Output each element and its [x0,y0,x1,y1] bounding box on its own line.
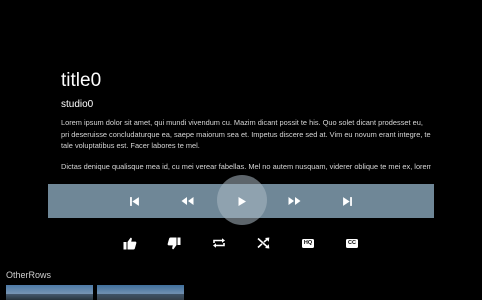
thumbs-down-button[interactable] [164,232,184,254]
repeat-icon [213,238,225,248]
details-panel: title0 studio0 Lorem ipsum dolor sit ame… [61,70,431,172]
media-description: Lorem ipsum dolor sit amet, qui mundi vi… [61,118,431,150]
shuffle-button[interactable] [253,232,273,254]
card-thumbnail-shade [6,294,93,300]
shuffle-icon [256,237,269,249]
secondary-controls: HQ CC [0,232,482,254]
thumbs-up-button[interactable] [120,232,140,254]
skip-next-icon [342,196,352,206]
rewind-button[interactable] [172,184,202,218]
media-title: title0 [61,70,102,91]
other-rows-header: OtherRows [6,270,52,280]
fast-forward-button[interactable] [279,184,309,218]
row-card[interactable] [6,285,93,300]
fast-forward-icon [288,197,300,205]
skip-previous-button[interactable] [119,184,149,218]
play-button[interactable] [227,184,257,218]
thumbs-down-icon [167,237,181,249]
row-card[interactable] [97,285,184,300]
repeat-button[interactable] [209,232,229,254]
hq-icon: HQ [302,238,314,248]
skip-next-button[interactable] [332,184,362,218]
media-studio: studio0 [61,99,94,110]
transport-controls-bar [48,175,434,225]
skip-previous-icon [129,196,139,206]
play-icon [238,196,246,206]
closed-captions-button[interactable]: CC [342,232,362,254]
hq-button[interactable]: HQ [298,232,318,254]
closed-captions-icon: CC [346,238,358,248]
media-description-more: Dictas denique qualisque mea id, cu mei … [61,161,431,172]
media-description-more-text: Dictas denique qualisque mea id, cu mei … [61,161,431,171]
thumbs-up-icon [123,237,137,249]
rewind-icon [181,197,193,205]
card-thumbnail-shade [97,294,184,300]
